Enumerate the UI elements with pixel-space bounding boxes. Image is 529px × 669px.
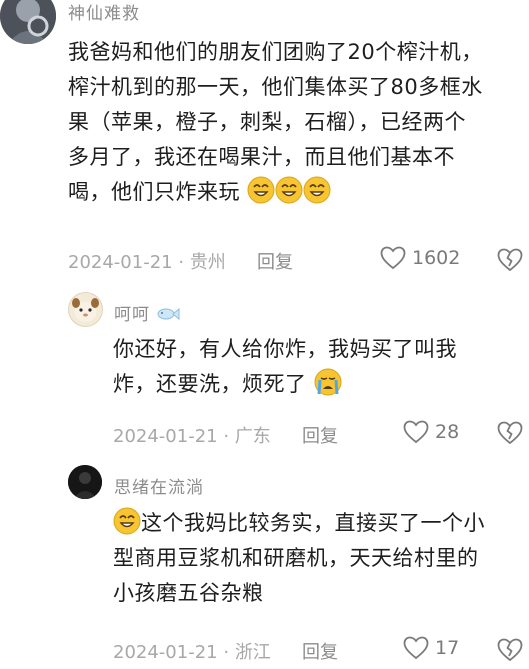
separator: · bbox=[178, 252, 185, 273]
broken-heart-icon[interactable] bbox=[497, 421, 523, 445]
crying-face-emoji-icon bbox=[314, 368, 342, 396]
comment-text: 你还好，有人给你炸，我妈买了叫我 炸，还要洗，烦死了 bbox=[113, 332, 523, 402]
grinning-face-emoji-icon bbox=[113, 507, 141, 535]
like-button[interactable]: 28 bbox=[403, 420, 459, 444]
like-count: 17 bbox=[435, 637, 460, 659]
separator: · bbox=[223, 642, 230, 663]
comment-date: 2024-01-21 bbox=[113, 642, 218, 663]
avatar[interactable] bbox=[0, 0, 56, 44]
comment-location: 贵州 bbox=[189, 252, 226, 273]
username[interactable]: 思绪在流淌 bbox=[114, 473, 204, 498]
text-line: 多月了，我还在喝果汁，而且他们基本不 bbox=[68, 145, 455, 169]
text-line: 型商用豆浆机和研磨机，天天给村里的 bbox=[113, 546, 479, 570]
comment-location: 浙江 bbox=[234, 642, 271, 663]
grinning-face-emoji-icon bbox=[303, 176, 331, 204]
grinning-face-emoji-icon bbox=[275, 176, 303, 204]
avatar[interactable] bbox=[68, 292, 103, 327]
broken-heart-icon[interactable] bbox=[497, 248, 523, 272]
broken-heart-icon[interactable] bbox=[497, 638, 523, 662]
grinning-face-emoji-icon bbox=[247, 176, 275, 204]
comment-date: 2024-01-21 bbox=[113, 426, 218, 447]
like-count: 28 bbox=[435, 421, 460, 443]
reply-button[interactable]: 回复 bbox=[302, 638, 338, 664]
comment-meta: 2024-01-21 · 贵州 bbox=[68, 248, 226, 274]
fish-icon bbox=[157, 307, 180, 321]
text-line-with-emoji: 喝，他们只炸来玩 bbox=[68, 175, 523, 210]
comment-location: 广东 bbox=[234, 426, 271, 447]
comment-meta: 2024-01-21 · 广东 bbox=[113, 422, 271, 448]
username[interactable]: 呵呵 bbox=[114, 300, 180, 325]
text-line: 小孩磨五谷杂粮 bbox=[113, 581, 264, 605]
username[interactable]: 神仙难救 bbox=[68, 0, 140, 24]
comment-text: 这个我妈比较务实，直接买了一个小 型商用豆浆机和研磨机，天天给村里的 小孩磨五谷… bbox=[113, 506, 523, 611]
comment-date: 2024-01-21 bbox=[68, 252, 173, 273]
heart-outline-icon bbox=[403, 636, 429, 660]
heart-outline-icon bbox=[403, 420, 429, 444]
comment-meta: 2024-01-21 · 浙江 bbox=[113, 638, 271, 664]
like-count: 1602 bbox=[412, 247, 461, 269]
comment-text: 我爸妈和他们的朋友们团购了20个榨汁机， 榨汁机到的那一天，他们集体买了80多框… bbox=[68, 35, 523, 210]
heart-outline-icon bbox=[380, 246, 406, 270]
reply-button[interactable]: 回复 bbox=[302, 422, 338, 448]
avatar[interactable] bbox=[68, 465, 102, 499]
text-line: 榨汁机到的那一天，他们集体买了80多框水 bbox=[68, 75, 483, 99]
separator: · bbox=[223, 426, 230, 447]
like-button[interactable]: 1602 bbox=[380, 246, 460, 270]
text-line-with-emoji: 炸，还要洗，烦死了 bbox=[113, 367, 523, 402]
text-line: 我爸妈和他们的朋友们团购了20个榨汁机， bbox=[68, 40, 483, 64]
text-line-with-emoji: 这个我妈比较务实，直接买了一个小 bbox=[113, 506, 523, 541]
text-line: 你还好，有人给你炸，我妈买了叫我 bbox=[113, 337, 457, 361]
reply-button[interactable]: 回复 bbox=[257, 248, 293, 274]
text-line: 果（苹果，橙子，刺梨，石榴），已经两个 bbox=[68, 110, 466, 134]
like-button[interactable]: 17 bbox=[403, 636, 459, 660]
